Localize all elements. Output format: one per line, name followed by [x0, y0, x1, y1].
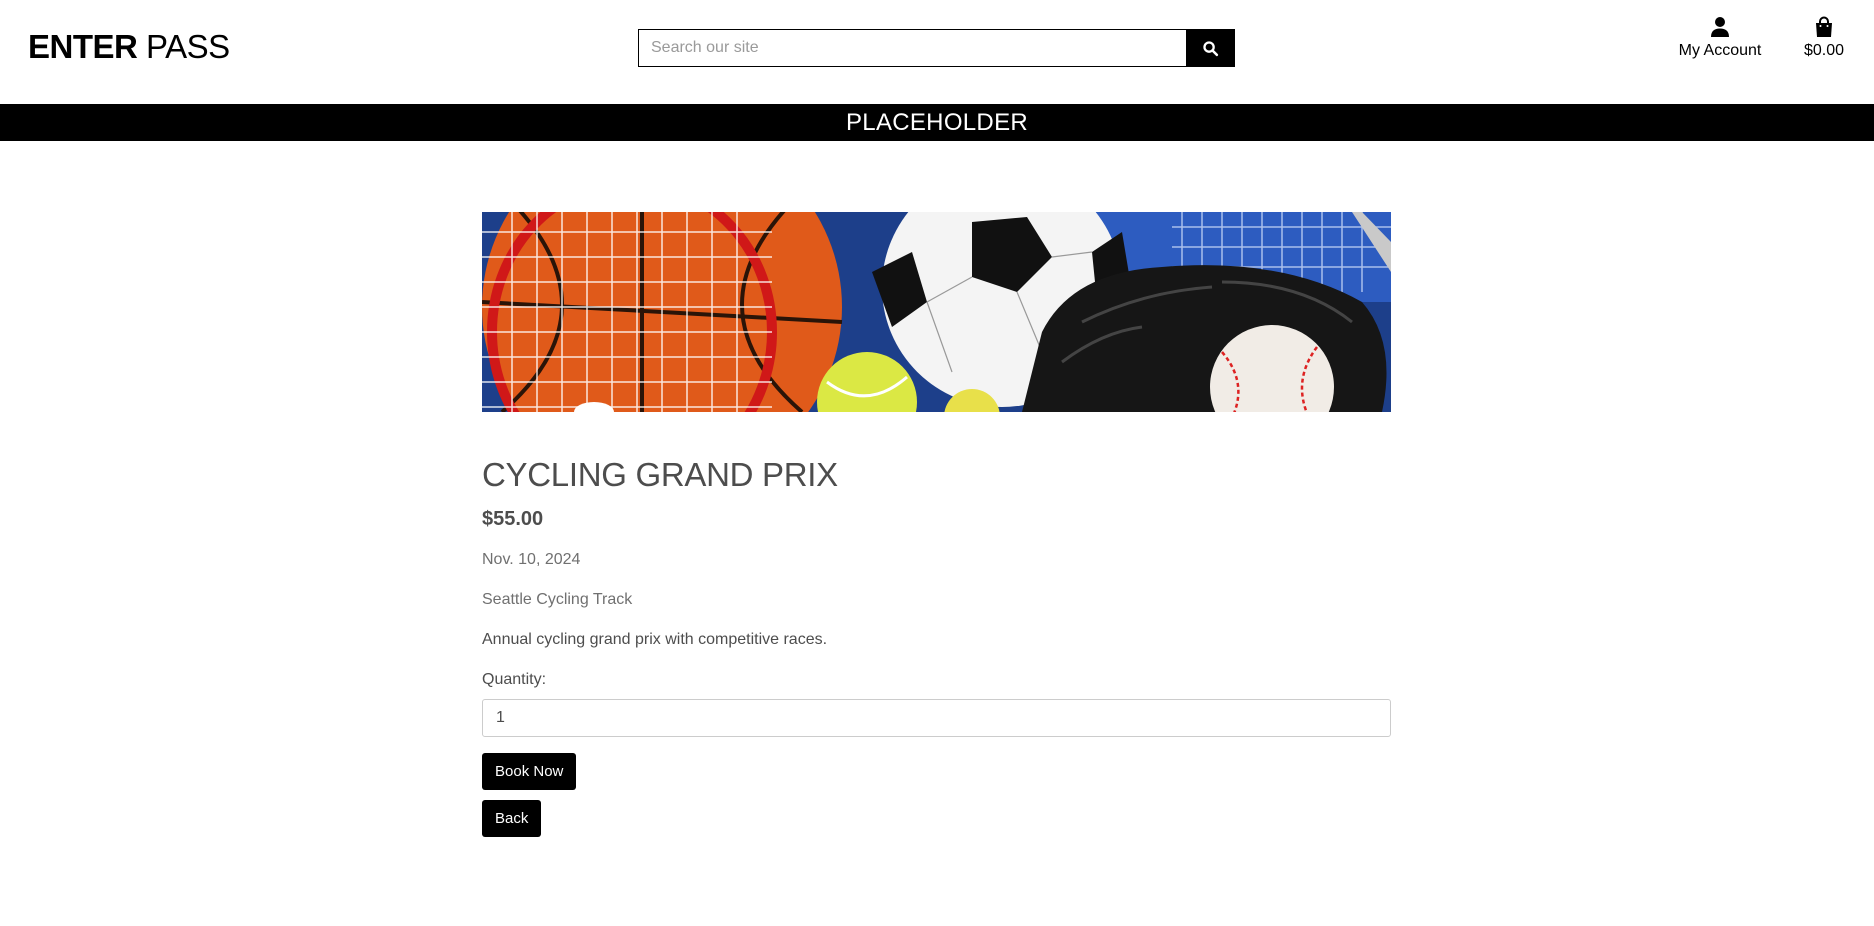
quantity-label: Quantity: — [482, 671, 547, 688]
promo-banner: PLACEHOLDER — [0, 104, 1874, 141]
quantity-input[interactable] — [482, 699, 1391, 737]
my-account-label: My Account — [1678, 42, 1762, 59]
user-icon — [1677, 16, 1763, 40]
banner-text: PLACEHOLDER — [845, 109, 1029, 136]
site-logo[interactable]: ENTER PASS — [28, 28, 230, 66]
site-header: ENTER PASS My Account — [0, 0, 1874, 104]
logo-pass: PASS — [137, 28, 230, 65]
book-now-button[interactable]: Book Now — [482, 753, 577, 790]
event-title: CYCLING GRAND PRIX — [482, 456, 838, 493]
bag-total: $0.00 — [1803, 42, 1845, 59]
search-button[interactable] — [1186, 29, 1235, 67]
event-price: $55.00 — [482, 508, 544, 530]
shopping-bag-icon — [1800, 16, 1848, 40]
event-date: Nov. 10, 2024 — [482, 551, 581, 568]
logo-enter: ENTER — [28, 28, 138, 65]
search-form — [638, 29, 1235, 67]
back-button[interactable]: Back — [482, 800, 542, 837]
shopping-bag-link[interactable]: $0.00 — [1800, 16, 1848, 60]
booking-form: Quantity: Book Now Back — [482, 671, 1391, 837]
search-input[interactable] — [638, 29, 1186, 67]
search-icon — [1203, 40, 1219, 56]
my-account-link[interactable]: My Account — [1677, 16, 1763, 60]
event-hero-image — [482, 212, 1391, 412]
event-detail: CYCLING GRAND PRIX $55.00 Nov. 10, 2024 … — [482, 212, 1391, 837]
event-description: Annual cycling grand prix with competiti… — [482, 631, 828, 648]
event-venue: Seattle Cycling Track — [482, 591, 633, 608]
